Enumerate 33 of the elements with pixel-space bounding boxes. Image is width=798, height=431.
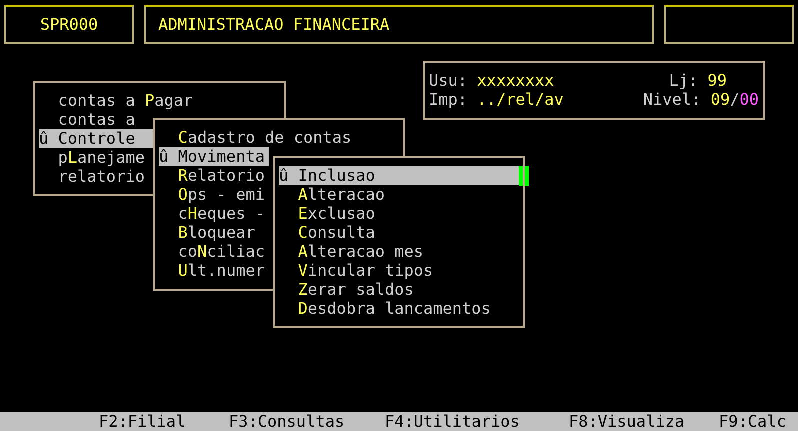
menu-item[interactable]: Ops - emi bbox=[159, 185, 265, 204]
menu-item[interactable]: relatorio bbox=[39, 167, 145, 186]
menu-item[interactable]: û Controle bbox=[39, 129, 155, 148]
user-field: Usu: xxxxxxxx bbox=[429, 71, 554, 90]
menu-item[interactable]: Ult.numer bbox=[159, 261, 265, 280]
menu-item[interactable]: Zerar saldos bbox=[279, 280, 414, 299]
function-key-label[interactable]: F2:Filial bbox=[99, 412, 229, 431]
menu-item[interactable]: Bloquear bbox=[159, 223, 256, 242]
menu-item[interactable]: Cadastro de contas bbox=[159, 128, 352, 147]
menu-item[interactable]: Relatorio bbox=[159, 166, 265, 185]
title-panel: ADMINISTRACAO FINANCEIRA bbox=[144, 5, 654, 44]
store-field: Lj: 99 bbox=[669, 71, 727, 90]
cursor-icon bbox=[519, 166, 529, 186]
menu-item[interactable]: Desdobra lancamentos bbox=[279, 299, 491, 318]
menu-item[interactable]: Alteracao mes bbox=[279, 242, 424, 261]
menu-item[interactable]: û Movimenta bbox=[159, 147, 269, 166]
level-field: Nivel: 09/00 bbox=[643, 90, 759, 109]
program-code-panel: SPR000 bbox=[4, 5, 134, 44]
menu-item[interactable]: contas a bbox=[39, 110, 136, 129]
function-key-label[interactable]: F8:Visualiza bbox=[569, 412, 719, 431]
menu-item[interactable]: û Inclusao bbox=[279, 166, 521, 185]
function-key-label[interactable]: F9:Calc bbox=[719, 412, 786, 431]
menu-item[interactable]: Vincular tipos bbox=[279, 261, 434, 280]
menu-item[interactable]: Alteracao bbox=[279, 185, 385, 204]
function-key-label[interactable]: F4:Utilitarios bbox=[385, 412, 569, 431]
function-key-label[interactable]: F3:Consultas bbox=[229, 412, 385, 431]
menu-item[interactable]: contas a Pagar bbox=[39, 91, 194, 110]
menu-item[interactable]: Exclusao bbox=[279, 204, 376, 223]
menu-item[interactable]: pLanejame bbox=[39, 148, 145, 167]
menu-item[interactable]: coNciliac bbox=[159, 242, 265, 261]
menu-item[interactable]: cHeques - bbox=[159, 204, 265, 223]
printer-field: Imp: ../rel/av bbox=[429, 90, 564, 109]
menu-item[interactable]: Consulta bbox=[279, 223, 376, 242]
